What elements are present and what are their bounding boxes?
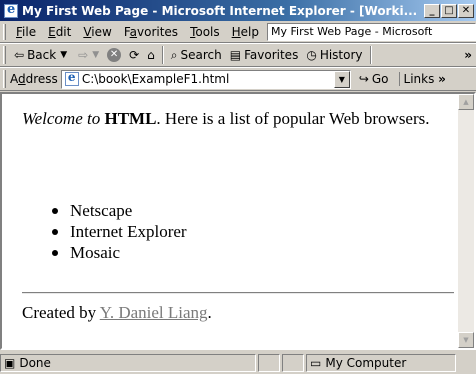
chevron-down-icon: ▼	[338, 74, 345, 84]
status-pane	[282, 354, 304, 372]
toolbar-overflow-chevron[interactable]: »	[464, 48, 472, 62]
status-bar: ▣ Done ▭ My Computer	[0, 352, 476, 374]
history-icon: ◷	[306, 48, 317, 62]
list-item: Mosaic	[50, 242, 187, 263]
vertical-scrollbar[interactable]: ▲ ▼	[458, 94, 474, 348]
list-item: Netscape	[50, 200, 187, 221]
standard-toolbar: ⇦ Back ▼ ⇨ ▼ ✕ ⟳ ⌂ ⌕ Search ▤ Favorites …	[0, 43, 476, 67]
search-button[interactable]: ⌕ Search	[167, 48, 226, 63]
links-button[interactable]: Links »	[398, 72, 446, 86]
menu-bar: File Edit View Favorites Tools Help My F…	[0, 21, 476, 43]
menu-edit[interactable]: Edit	[42, 25, 77, 39]
toolbar-separator	[369, 46, 372, 64]
favorites-button[interactable]: ▤ Favorites	[226, 48, 303, 62]
close-button[interactable]: ✕	[458, 3, 474, 18]
footer-paragraph: Created by Y. Daniel Liang.	[22, 303, 212, 322]
address-bar: Address C:\book\ExampleF1.html ▼ ↪ Go Li…	[0, 67, 476, 91]
intro-paragraph: Welcome to HTML. Here is a list of popul…	[22, 109, 430, 128]
toolbar-grip[interactable]	[3, 46, 6, 64]
back-button[interactable]: ⇦ Back ▼	[10, 48, 74, 62]
go-button[interactable]: ↪ Go	[359, 72, 389, 86]
menu-grip[interactable]	[3, 23, 6, 40]
favorites-folder-icon: ▤	[229, 48, 242, 62]
forward-button[interactable]: ⇨ ▼	[74, 48, 103, 62]
address-grip[interactable]	[3, 70, 6, 88]
page-icon	[64, 70, 79, 86]
refresh-button[interactable]: ⟳	[125, 48, 143, 62]
home-button[interactable]: ⌂	[143, 48, 159, 62]
toolbar-separator	[161, 46, 164, 64]
stop-button[interactable]: ✕	[103, 48, 125, 62]
status-pane	[258, 354, 280, 372]
history-button[interactable]: ◷ History	[302, 48, 366, 62]
search-icon: ⌕	[170, 47, 178, 62]
window-title: My First Web Page - Microsoft Internet E…	[22, 3, 418, 18]
ie-app-icon[interactable]	[4, 2, 18, 18]
menu-help[interactable]: Help	[226, 25, 265, 39]
address-dropdown-button[interactable]: ▼	[333, 70, 350, 88]
home-icon: ⌂	[147, 48, 155, 62]
minimize-button[interactable]: _	[424, 3, 440, 18]
address-input[interactable]: C:\book\ExampleF1.html	[82, 72, 334, 86]
forward-arrow-icon: ⇨	[78, 48, 89, 62]
stop-icon: ✕	[107, 48, 122, 62]
scroll-up-arrow[interactable]: ▲	[458, 94, 474, 110]
address-label: Address	[10, 72, 58, 86]
menu-tools[interactable]: Tools	[184, 25, 226, 39]
my-computer-icon: ▭	[310, 356, 322, 370]
web-page-content: Welcome to HTML. Here is a list of popul…	[2, 94, 458, 348]
refresh-icon: ⟳	[129, 48, 140, 62]
menu-favorites[interactable]: Favorites	[118, 25, 184, 39]
dropdown-arrow-icon[interactable]: ▼	[60, 50, 67, 60]
go-arrow-icon: ↪	[358, 72, 369, 86]
title-bar: My First Web Page - Microsoft Internet E…	[0, 0, 476, 21]
maximize-button[interactable]: □	[441, 3, 457, 18]
back-arrow-icon: ⇦	[14, 48, 25, 62]
address-field[interactable]: C:\book\ExampleF1.html ▼	[60, 69, 351, 89]
page-title-field: My First Web Page - Microsoft	[267, 22, 476, 41]
list-item: Internet Explorer	[50, 221, 187, 242]
menu-view[interactable]: View	[77, 25, 117, 39]
author-link[interactable]: Y. Daniel Liang	[100, 303, 208, 322]
menu-file[interactable]: File	[10, 25, 42, 39]
page-done-icon: ▣	[4, 356, 16, 370]
horizontal-rule	[22, 292, 454, 294]
browser-list: Netscape Internet Explorer Mosaic	[50, 200, 187, 263]
scroll-down-arrow[interactable]: ▼	[458, 332, 474, 348]
window-controls: _ □ ✕	[423, 3, 474, 18]
status-main: ▣ Done	[0, 354, 256, 372]
browser-content-frame: Welcome to HTML. Here is a list of popul…	[0, 92, 476, 350]
dropdown-arrow-icon[interactable]: ▼	[92, 50, 99, 60]
status-zone: ▭ My Computer	[306, 354, 456, 372]
links-chevron: »	[438, 72, 446, 86]
